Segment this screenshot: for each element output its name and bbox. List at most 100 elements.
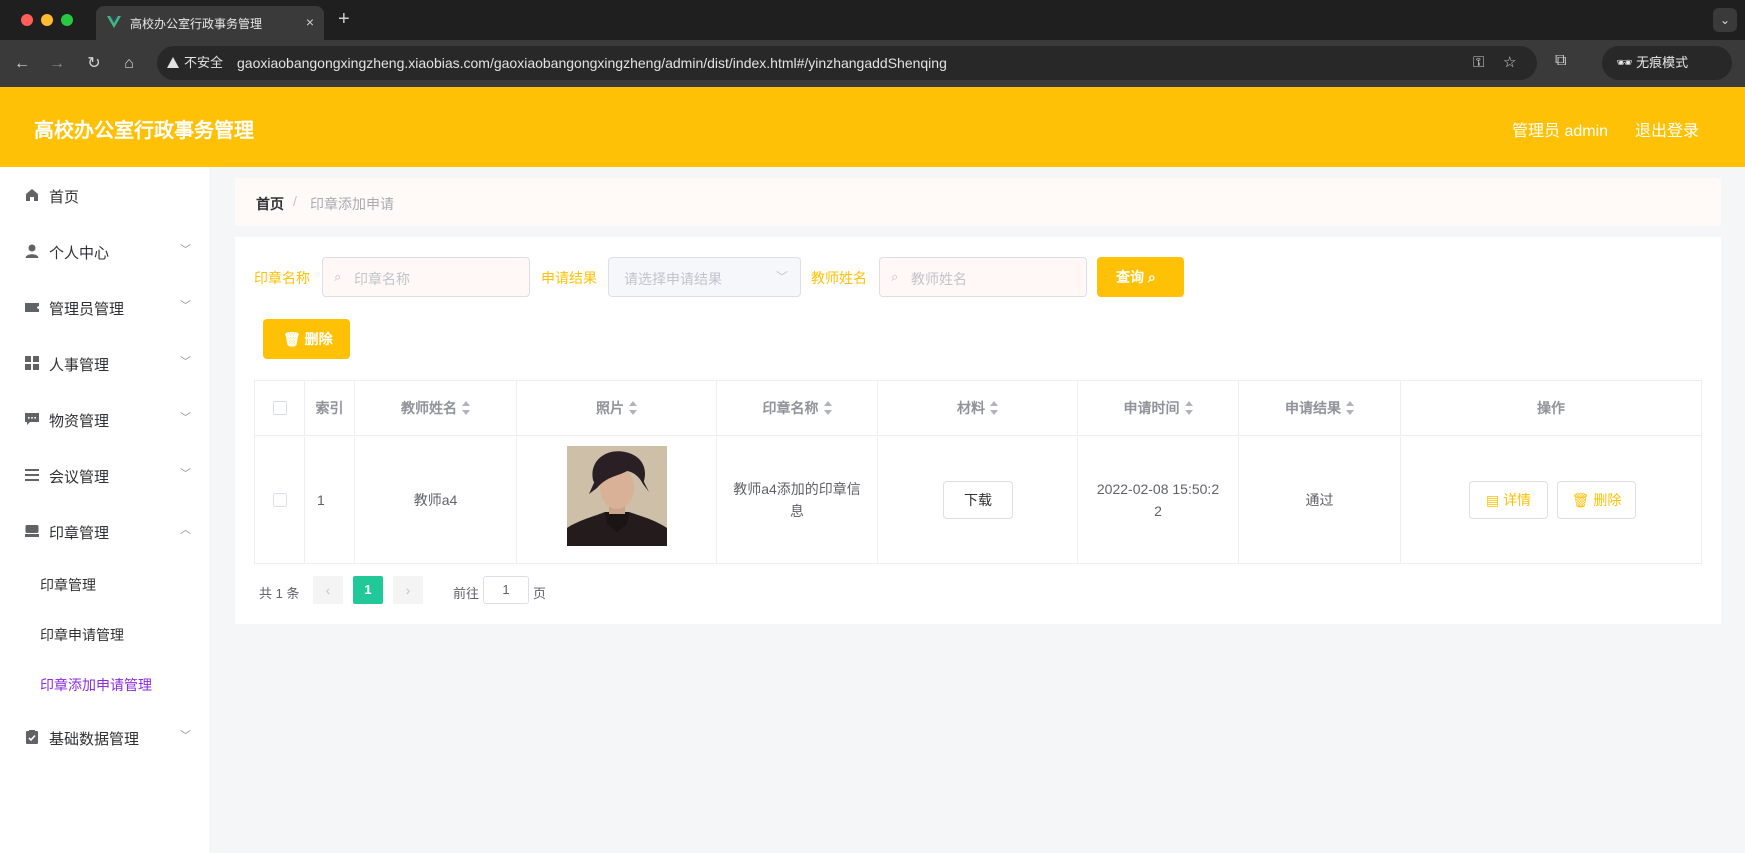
sidebar-item-label: 会议管理 bbox=[49, 469, 110, 486]
maximize-window-button[interactable] bbox=[61, 14, 73, 26]
submenu-item-seal-apply[interactable]: 印章申请管理 bbox=[0, 609, 209, 659]
row-delete-button[interactable]: 🗑 删除 bbox=[1557, 481, 1636, 519]
logout-link[interactable]: 退出登录 bbox=[1635, 117, 1699, 141]
header-time[interactable]: 申请时间 bbox=[1078, 381, 1239, 436]
tab-search-icon[interactable]: ⌄ bbox=[1713, 8, 1737, 32]
row-select-cell bbox=[255, 437, 305, 564]
seal-name-placeholder: 印章名称 bbox=[354, 271, 410, 287]
page-suffix: 页 bbox=[533, 586, 547, 601]
home-browser-icon[interactable]: ⌂ bbox=[118, 53, 140, 75]
sidebar-item-home[interactable]: 首页 bbox=[0, 167, 209, 223]
url-text[interactable]: gaoxiaobangongxingzheng.xiaobias.com/gao… bbox=[237, 54, 947, 72]
sort-icon[interactable] bbox=[990, 401, 998, 415]
forward-icon[interactable]: → bbox=[46, 53, 68, 75]
download-button[interactable]: 下载 bbox=[943, 481, 1013, 519]
sidebar-item-basic-data[interactable]: 基础数据管理 ﹀ bbox=[0, 709, 209, 765]
close-window-button[interactable] bbox=[21, 14, 33, 26]
bulk-delete-button[interactable]: 🗑 删除 bbox=[263, 319, 350, 359]
sort-icon[interactable] bbox=[823, 401, 832, 415]
header-photo[interactable]: 照片 bbox=[517, 381, 717, 436]
key-icon[interactable]: ⚿ bbox=[1473, 54, 1484, 72]
header-material[interactable]: 材料 bbox=[878, 381, 1078, 436]
row-delete-label: 删除 bbox=[1593, 492, 1622, 508]
header-teacher-label: 教师姓名 bbox=[401, 400, 457, 416]
sort-icon[interactable] bbox=[462, 401, 470, 415]
header-result-label: 申请结果 bbox=[1285, 400, 1341, 416]
extensions-icon[interactable]: ⧉ bbox=[1555, 52, 1566, 70]
sidebar-item-label: 首页 bbox=[49, 189, 80, 206]
search-icon: ⌕ bbox=[1147, 269, 1156, 285]
clipboard-icon bbox=[26, 730, 38, 744]
sidebar-item-label: 印章管理 bbox=[49, 525, 110, 542]
sort-icon[interactable] bbox=[1184, 401, 1193, 415]
new-tab-button[interactable]: + bbox=[338, 9, 350, 29]
breadcrumb-home[interactable]: 首页 bbox=[256, 194, 284, 214]
result-select[interactable]: 请选择申请结果 ﹀ bbox=[608, 257, 801, 297]
tab-close-icon[interactable]: × bbox=[306, 14, 314, 30]
sidebar-item-label: 物资管理 bbox=[49, 413, 110, 430]
sidebar-item-materials[interactable]: 物资管理 ﹀ bbox=[0, 391, 209, 447]
insecure-badge[interactable]: 不安全 bbox=[167, 53, 223, 73]
query-button[interactable]: 查询 ⌕ bbox=[1097, 257, 1184, 297]
user-icon bbox=[25, 244, 39, 258]
detail-button-label: 详情 bbox=[1503, 492, 1532, 508]
app-title: 高校办公室行政事务管理 bbox=[34, 120, 254, 142]
row-photo-cell bbox=[517, 437, 717, 564]
header-select-all-cell bbox=[255, 381, 305, 436]
app-header: 高校办公室行政事务管理 管理员 admin 退出登录 bbox=[0, 87, 1745, 167]
sidebar-item-meetings[interactable]: 会议管理 ﹀ bbox=[0, 447, 209, 503]
search-icon: ⌕ bbox=[891, 269, 899, 284]
bulk-delete-label: 删除 bbox=[304, 331, 333, 347]
trash-icon: 🗑 bbox=[1571, 492, 1594, 508]
detail-button[interactable]: ▤ 详情 bbox=[1469, 481, 1548, 519]
teacher-name-placeholder: 教师姓名 bbox=[911, 271, 967, 287]
sidebar-item-profile[interactable]: 个人中心 ﹀ bbox=[0, 223, 209, 279]
address-bar[interactable]: 不安全 gaoxiaobangongxingzheng.xiaobias.com… bbox=[157, 46, 1537, 80]
incognito-badge[interactable]: 🕶 无痕模式 bbox=[1602, 46, 1732, 80]
row-seal-name-cell: 教师a4添加的印章信 息 bbox=[717, 437, 878, 564]
document-icon: ▤ bbox=[1485, 492, 1504, 508]
sort-icon[interactable] bbox=[629, 401, 637, 415]
goto-page-input[interactable]: 1 bbox=[483, 576, 529, 604]
sidebar-item-label: 个人中心 bbox=[49, 245, 110, 262]
browser-tab[interactable]: 高校办公室行政事务管理 × bbox=[96, 6, 324, 40]
list-icon bbox=[25, 469, 39, 481]
submenu-item-label: 印章添加申请管理 bbox=[40, 677, 152, 693]
row-result-cell: 通过 bbox=[1239, 437, 1401, 564]
header-index-label: 索引 bbox=[315, 400, 344, 416]
trash-icon: 🗑 bbox=[283, 331, 301, 347]
prev-page-button[interactable]: ‹ bbox=[313, 576, 343, 604]
sidebar-item-label: 人事管理 bbox=[49, 357, 110, 374]
row-time-cell: 2022-02-08 15:50:2 2 bbox=[1078, 437, 1239, 564]
row-time-wrap: 2 bbox=[1154, 503, 1162, 519]
submenu-item-seal-manage[interactable]: 印章管理 bbox=[0, 559, 209, 609]
row-checkbox[interactable] bbox=[273, 493, 287, 507]
submenu-item-seal-add-apply[interactable]: 印章添加申请管理 bbox=[0, 659, 209, 709]
seal-name-input[interactable]: ⌕ 印章名称 bbox=[322, 257, 530, 297]
reload-icon[interactable]: ↻ bbox=[83, 53, 105, 75]
chevron-down-icon: ﹀ bbox=[180, 356, 191, 368]
submenu-item-label: 印章管理 bbox=[40, 577, 96, 593]
sort-icon[interactable] bbox=[1346, 401, 1354, 415]
stamp-icon bbox=[25, 525, 39, 537]
sidebar-item-hr[interactable]: 人事管理 ﹀ bbox=[0, 335, 209, 391]
row-seal-name: 教师a4添加的印章信 bbox=[733, 481, 861, 497]
header-operation-label: 操作 bbox=[1537, 400, 1565, 416]
result-label: 申请结果 bbox=[541, 270, 597, 286]
warning-icon bbox=[167, 57, 179, 68]
minimize-window-button[interactable] bbox=[41, 14, 53, 26]
next-page-button[interactable]: › bbox=[393, 576, 423, 604]
header-seal-name[interactable]: 印章名称 bbox=[717, 381, 878, 436]
header-result[interactable]: 申请结果 bbox=[1239, 381, 1401, 436]
goto-label: 前往 bbox=[453, 586, 480, 601]
message-icon bbox=[25, 413, 39, 425]
teacher-photo[interactable] bbox=[567, 446, 667, 546]
star-icon[interactable]: ☆ bbox=[1503, 54, 1516, 72]
back-icon[interactable]: ← bbox=[11, 53, 33, 75]
current-page-button[interactable]: 1 bbox=[353, 576, 383, 604]
sidebar-item-seals[interactable]: 印章管理 ︿ bbox=[0, 503, 209, 559]
header-teacher[interactable]: 教师姓名 bbox=[355, 381, 517, 436]
sidebar-item-admin[interactable]: 管理员管理 ﹀ bbox=[0, 279, 209, 335]
select-all-checkbox[interactable] bbox=[273, 401, 287, 415]
teacher-name-input[interactable]: ⌕ 教师姓名 bbox=[879, 257, 1087, 297]
